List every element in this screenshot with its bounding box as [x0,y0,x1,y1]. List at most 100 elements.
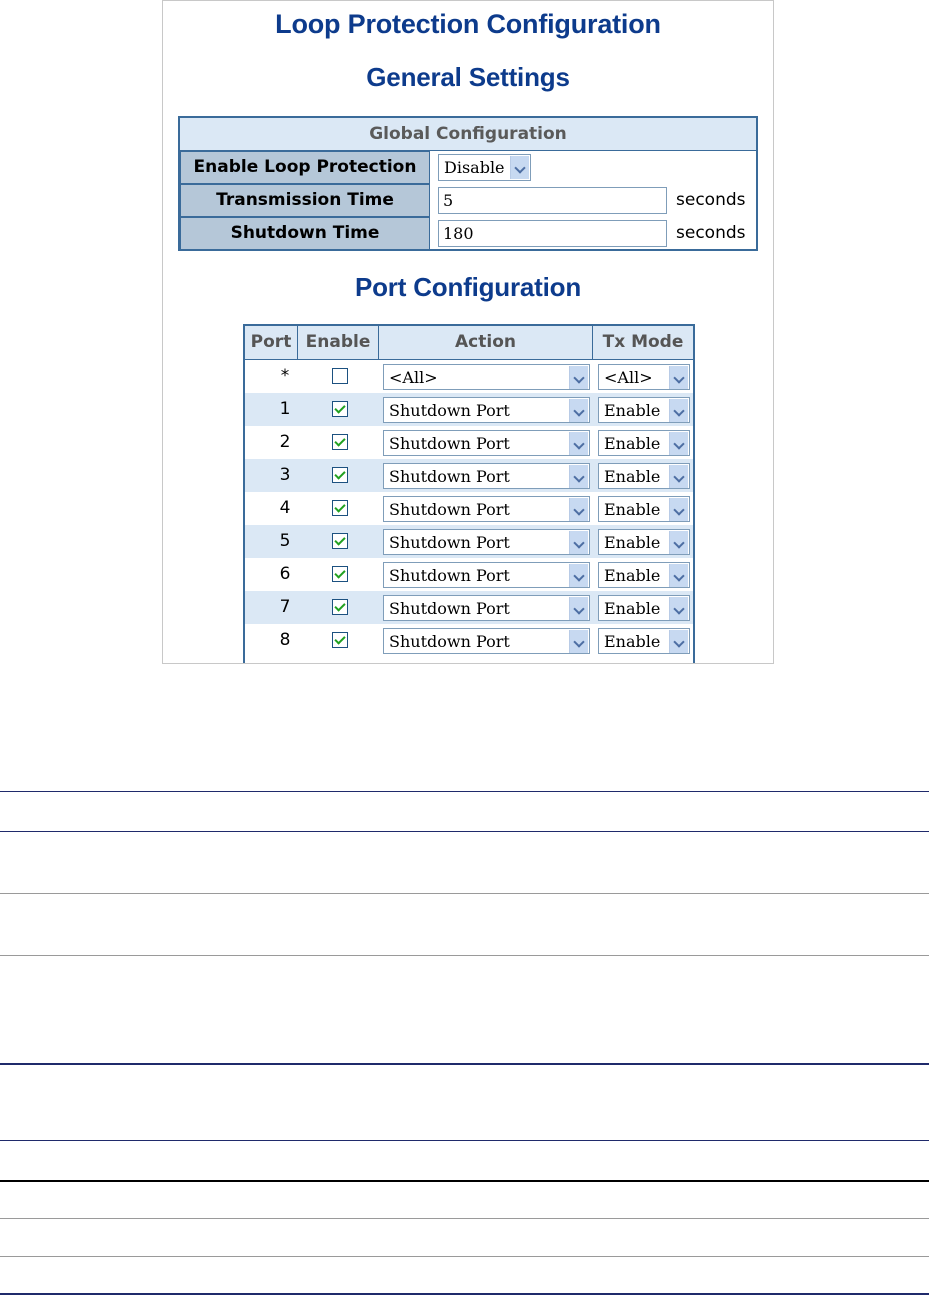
port-action-value: Shutdown Port [389,599,510,618]
chevron-down-icon [569,597,588,620]
port-tx-mode-value: Enable [604,434,661,453]
port-action-select[interactable]: Shutdown Port [383,529,590,555]
chevron-down-icon [569,564,588,587]
port-row: 8 Shutdown Port Enable [245,624,693,657]
enable-loop-protection-select[interactable]: Disable [438,154,531,181]
separator-line [0,1063,929,1065]
chevron-down-icon [510,156,529,179]
separator-line [0,791,929,792]
port-tx-mode-value: Enable [604,599,661,618]
port-configuration-heading: Port Configuration [354,272,582,302]
chevron-down-icon [569,465,588,488]
chevron-down-icon [569,630,588,653]
port-tx-mode-select[interactable]: Enable [598,595,690,621]
port-tx-mode-value: Enable [604,566,661,585]
port-action-value: Shutdown Port [389,467,510,486]
port-action-select[interactable]: Shutdown Port [383,496,590,522]
port-action-select[interactable]: Shutdown Port [383,628,590,654]
port-action-select[interactable]: Shutdown Port [383,430,590,456]
chevron-down-icon [569,399,588,422]
port-enable-checkbox[interactable] [332,533,348,549]
port-enable-checkbox[interactable] [332,632,348,648]
port-action-value: Shutdown Port [389,401,510,420]
port-enable-checkbox[interactable] [332,368,348,384]
enable-loop-protection-value: Disable [444,158,505,177]
chevron-down-icon [569,366,588,389]
port-configuration-table: Port Enable Action Tx Mode * <All> <All> 1 S… [243,324,695,663]
separator-line [0,831,929,832]
port-enable-checkbox[interactable] [332,434,348,450]
port-tx-mode-select[interactable]: <All> [598,364,690,390]
port-action-value: Shutdown Port [389,632,510,651]
port-tx-mode-value: <All> [604,368,653,387]
page-title: Loop Protection Configuration [275,9,661,39]
port-number: 4 [279,498,291,518]
port-action-select[interactable]: Shutdown Port [383,397,590,423]
shutdown-time-input[interactable]: 180 [438,220,667,247]
port-row: 6 Shutdown Port Enable [245,558,693,591]
port-table-header: Port Enable Action Tx Mode [245,326,693,360]
enable-loop-protection-row: Enable Loop Protection Disable [180,151,756,184]
port-action-select[interactable]: Shutdown Port [383,562,590,588]
chevron-down-icon [669,432,688,455]
port-tx-mode-value: Enable [604,500,661,519]
separator-line [0,1256,929,1257]
port-action-value: Shutdown Port [389,434,510,453]
port-tx-mode-select[interactable]: Enable [598,463,690,489]
port-row: 5 Shutdown Port Enable [245,525,693,558]
port-tx-mode-value: Enable [604,533,661,552]
chevron-down-icon [669,564,688,587]
port-number: 1 [279,399,291,419]
port-tx-mode-select[interactable]: Enable [598,496,690,522]
chevron-down-icon [669,630,688,653]
port-row: 3 Shutdown Port Enable [245,459,693,492]
port-action-value: <All> [389,368,438,387]
port-enable-checkbox[interactable] [332,467,348,483]
port-row: 2 Shutdown Port Enable [245,426,693,459]
chevron-down-icon [669,366,688,389]
port-row: * <All> <All> [245,360,693,393]
port-tx-mode-select[interactable]: Enable [598,628,690,654]
port-enable-checkbox[interactable] [332,599,348,615]
port-action-select[interactable]: Shutdown Port [383,463,590,489]
shutdown-time-label: Shutdown Time [180,217,430,250]
enable-loop-protection-label: Enable Loop Protection [180,151,430,184]
port-number: 6 [279,564,291,584]
screenshot-frame: Loop Protection Configuration General Se… [162,0,774,664]
transmission-time-input[interactable]: 5 [438,187,667,214]
separator-line [0,1140,929,1141]
general-settings-heading: General Settings [366,62,570,92]
port-tx-mode-select[interactable]: Enable [598,529,690,555]
transmission-time-label: Transmission Time [180,184,430,217]
port-tx-mode-select[interactable]: Enable [598,397,690,423]
chevron-down-icon [669,465,688,488]
port-row: 7 Shutdown Port Enable [245,591,693,624]
port-enable-checkbox[interactable] [332,401,348,417]
port-enable-checkbox[interactable] [332,500,348,516]
column-header-port: Port [245,326,298,359]
chevron-down-icon [569,531,588,554]
port-number: 2 [279,432,291,452]
column-header-enable: Enable [298,326,379,359]
port-action-value: Shutdown Port [389,566,510,585]
port-tx-mode-value: Enable [604,467,661,486]
chevron-down-icon [669,531,688,554]
port-number: 5 [279,531,291,551]
column-header-action: Action [379,326,593,359]
port-action-select[interactable]: <All> [383,364,590,390]
global-configuration-table: Global Configuration Enable Loop Protect… [178,116,758,251]
port-tx-mode-select[interactable]: Enable [598,430,690,456]
port-enable-checkbox[interactable] [332,566,348,582]
port-row: 1 Shutdown Port Enable [245,393,693,426]
transmission-time-row: Transmission Time 5 seconds [180,184,756,217]
port-number: 8 [279,630,291,650]
separator-line [0,1218,929,1219]
port-tx-mode-value: Enable [604,632,661,651]
chevron-down-icon [669,399,688,422]
chevron-down-icon [569,432,588,455]
shutdown-time-row: Shutdown Time 180 seconds [180,217,756,250]
separator-line [0,955,929,956]
port-row: 4 Shutdown Port Enable [245,492,693,525]
port-tx-mode-select[interactable]: Enable [598,562,690,588]
port-action-select[interactable]: Shutdown Port [383,595,590,621]
